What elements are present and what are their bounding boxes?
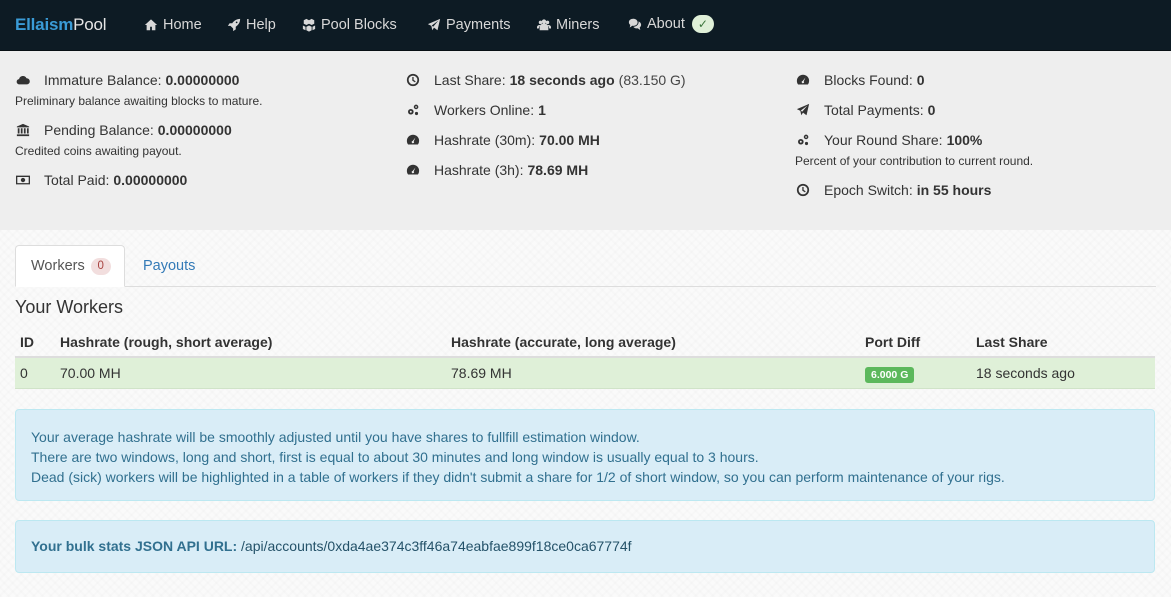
stats-panel: Immature Balance: 0.00000000 Preliminary … (0, 51, 1171, 230)
users-icon (537, 19, 551, 31)
bank-icon (15, 123, 30, 138)
api-url-link[interactable]: /api/accounts/0xda4ae374c3ff46a74eabfae8… (241, 538, 632, 554)
nav-about[interactable]: About ✓ (628, 15, 714, 33)
workers-table: ID Hashrate (rough, short average) Hashr… (15, 328, 1155, 389)
total-payments: Total Payments: 0 (795, 102, 935, 118)
header-last-share[interactable]: Last Share (976, 334, 1048, 350)
header-hashrate-short[interactable]: Hashrate (rough, short average) (60, 334, 272, 350)
comments-icon (628, 18, 642, 31)
total-paid: Total Paid: 0.00000000 (15, 172, 187, 188)
blocks-found: Blocks Found: 0 (795, 72, 925, 88)
nav-help[interactable]: Help (227, 17, 276, 33)
immature-balance: Immature Balance: 0.00000000 (15, 72, 239, 88)
paper-plane-icon (427, 18, 441, 31)
workers-online: Workers Online: 1 (405, 102, 546, 118)
tab-workers[interactable]: Workers 0 (15, 245, 125, 287)
hashrate-3h: Hashrate (3h): 78.69 MH (405, 162, 588, 178)
rocket-icon (227, 18, 241, 32)
round-share: Your Round Share: 100% (795, 132, 982, 148)
worker-hashrate-long: 78.69 MH (451, 365, 512, 381)
gears-icon (405, 103, 420, 118)
dashboard-icon (405, 133, 420, 148)
brand-logo[interactable]: EllaismPool (15, 15, 107, 35)
dashboard-icon (795, 73, 810, 88)
last-share: Last Share: 18 seconds ago (83.150 G) (405, 72, 686, 88)
worker-last-share: 18 seconds ago (976, 365, 1075, 381)
home-icon (144, 19, 158, 31)
port-diff-label: 6.000 G (865, 367, 915, 383)
navbar: EllaismPool Home Help Pool Blocks Paymen… (0, 0, 1171, 51)
hashrate-info-alert: Your average hashrate will be smoothly a… (15, 409, 1155, 501)
worker-id: 0 (20, 365, 28, 381)
gears-icon (795, 133, 810, 148)
clock-icon (795, 183, 810, 198)
tab-payouts[interactable]: Payouts (128, 245, 210, 287)
pending-balance: Pending Balance: 0.00000000 (15, 122, 232, 138)
nav-miners[interactable]: Miners (537, 17, 600, 33)
hashrate-30m: Hashrate (30m): 70.00 MH (405, 132, 600, 148)
header-port-diff[interactable]: Port Diff (865, 334, 920, 350)
info-line-3: Dead (sick) workers will be highlighted … (31, 469, 1005, 485)
table-row: 0 70.00 MH 78.69 MH 6.000 G 18 seconds a… (15, 358, 1155, 389)
table-header: ID Hashrate (rough, short average) Hashr… (15, 328, 1155, 358)
money-icon (15, 173, 30, 188)
pending-note: Credited coins awaiting payout. (15, 144, 182, 158)
round-share-note: Percent of your contribution to current … (795, 154, 1034, 168)
api-url-label: Your bulk stats JSON API URL: (31, 538, 238, 554)
cloud-icon (15, 73, 30, 88)
worker-port-diff: 6.000 G (865, 366, 915, 384)
nav-home[interactable]: Home (144, 17, 202, 33)
nav-pool-blocks[interactable]: Pool Blocks (302, 17, 397, 33)
info-line-2: There are two windows, long and short, f… (31, 449, 759, 465)
epoch-switch: Epoch Switch: in 55 hours (795, 182, 991, 198)
header-id[interactable]: ID (20, 334, 34, 350)
cubes-icon (302, 18, 316, 32)
worker-hashrate-short: 70.00 MH (60, 365, 121, 381)
clock-icon (405, 73, 420, 88)
nav-payments[interactable]: Payments (427, 17, 510, 33)
workers-count-badge: 0 (90, 257, 111, 275)
header-hashrate-long[interactable]: Hashrate (accurate, long average) (451, 334, 676, 350)
immature-note: Preliminary balance awaiting blocks to m… (15, 94, 263, 108)
about-check-badge: ✓ (691, 15, 714, 33)
workers-title: Your Workers (15, 297, 124, 317)
dashboard-icon (405, 163, 420, 178)
paper-plane-icon (795, 103, 810, 118)
api-url-alert: Your bulk stats JSON API URL: /api/accou… (15, 520, 1155, 573)
info-line-1: Your average hashrate will be smoothly a… (31, 429, 640, 445)
